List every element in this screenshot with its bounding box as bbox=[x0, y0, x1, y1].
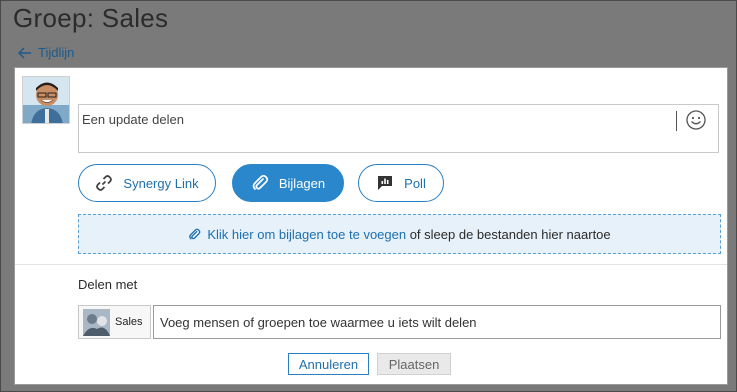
add-attachments-link-text: Klik hier om bijlagen toe te voegen bbox=[207, 226, 407, 242]
add-attachments-link[interactable]: Klik hier om bijlagen toe te voegen bbox=[188, 227, 406, 242]
post-button[interactable]: Plaatsen bbox=[377, 353, 451, 375]
attachment-dropzone[interactable]: Klik hier om bijlagen toe te voegen of s… bbox=[78, 214, 721, 254]
synergy-link-label: Synergy Link bbox=[123, 175, 199, 191]
section-divider bbox=[15, 264, 727, 265]
chain-link-icon bbox=[96, 175, 113, 191]
poll-icon bbox=[378, 176, 393, 190]
user-avatar bbox=[22, 76, 70, 124]
update-text-input[interactable] bbox=[82, 109, 668, 129]
poll-button[interactable]: Poll bbox=[358, 164, 444, 202]
back-link-label: Tijdlijn bbox=[38, 45, 75, 60]
attachments-button[interactable]: Bijlagen bbox=[232, 164, 344, 202]
paperclip-icon bbox=[189, 228, 201, 239]
dropzone-hint-text: of sleep de bestanden hier naartoe bbox=[406, 226, 611, 242]
share-update-panel: Synergy Link Bijlagen Poll Klik hier om … bbox=[14, 67, 728, 385]
share-recipient-chip[interactable]: Sales bbox=[78, 305, 151, 339]
synergy-link-button[interactable]: Synergy Link bbox=[78, 164, 216, 202]
back-link-timeline[interactable]: Tijdlijn bbox=[18, 45, 74, 60]
group-avatar bbox=[83, 308, 110, 336]
paperclip-icon bbox=[252, 174, 268, 190]
share-with-input[interactable] bbox=[153, 305, 721, 339]
text-caret bbox=[676, 111, 677, 131]
attachments-label: Bijlagen bbox=[278, 175, 326, 191]
page-title: Groep: Sales bbox=[13, 3, 169, 33]
arrow-left-icon bbox=[18, 46, 31, 59]
emoji-button[interactable] bbox=[685, 109, 707, 131]
share-with-label: Delen met bbox=[78, 277, 138, 292]
poll-label: Poll bbox=[404, 175, 426, 191]
cancel-button[interactable]: Annuleren bbox=[288, 353, 369, 375]
smiley-icon bbox=[686, 110, 706, 130]
share-chip-label: Sales bbox=[115, 316, 143, 328]
update-composer bbox=[78, 104, 719, 153]
